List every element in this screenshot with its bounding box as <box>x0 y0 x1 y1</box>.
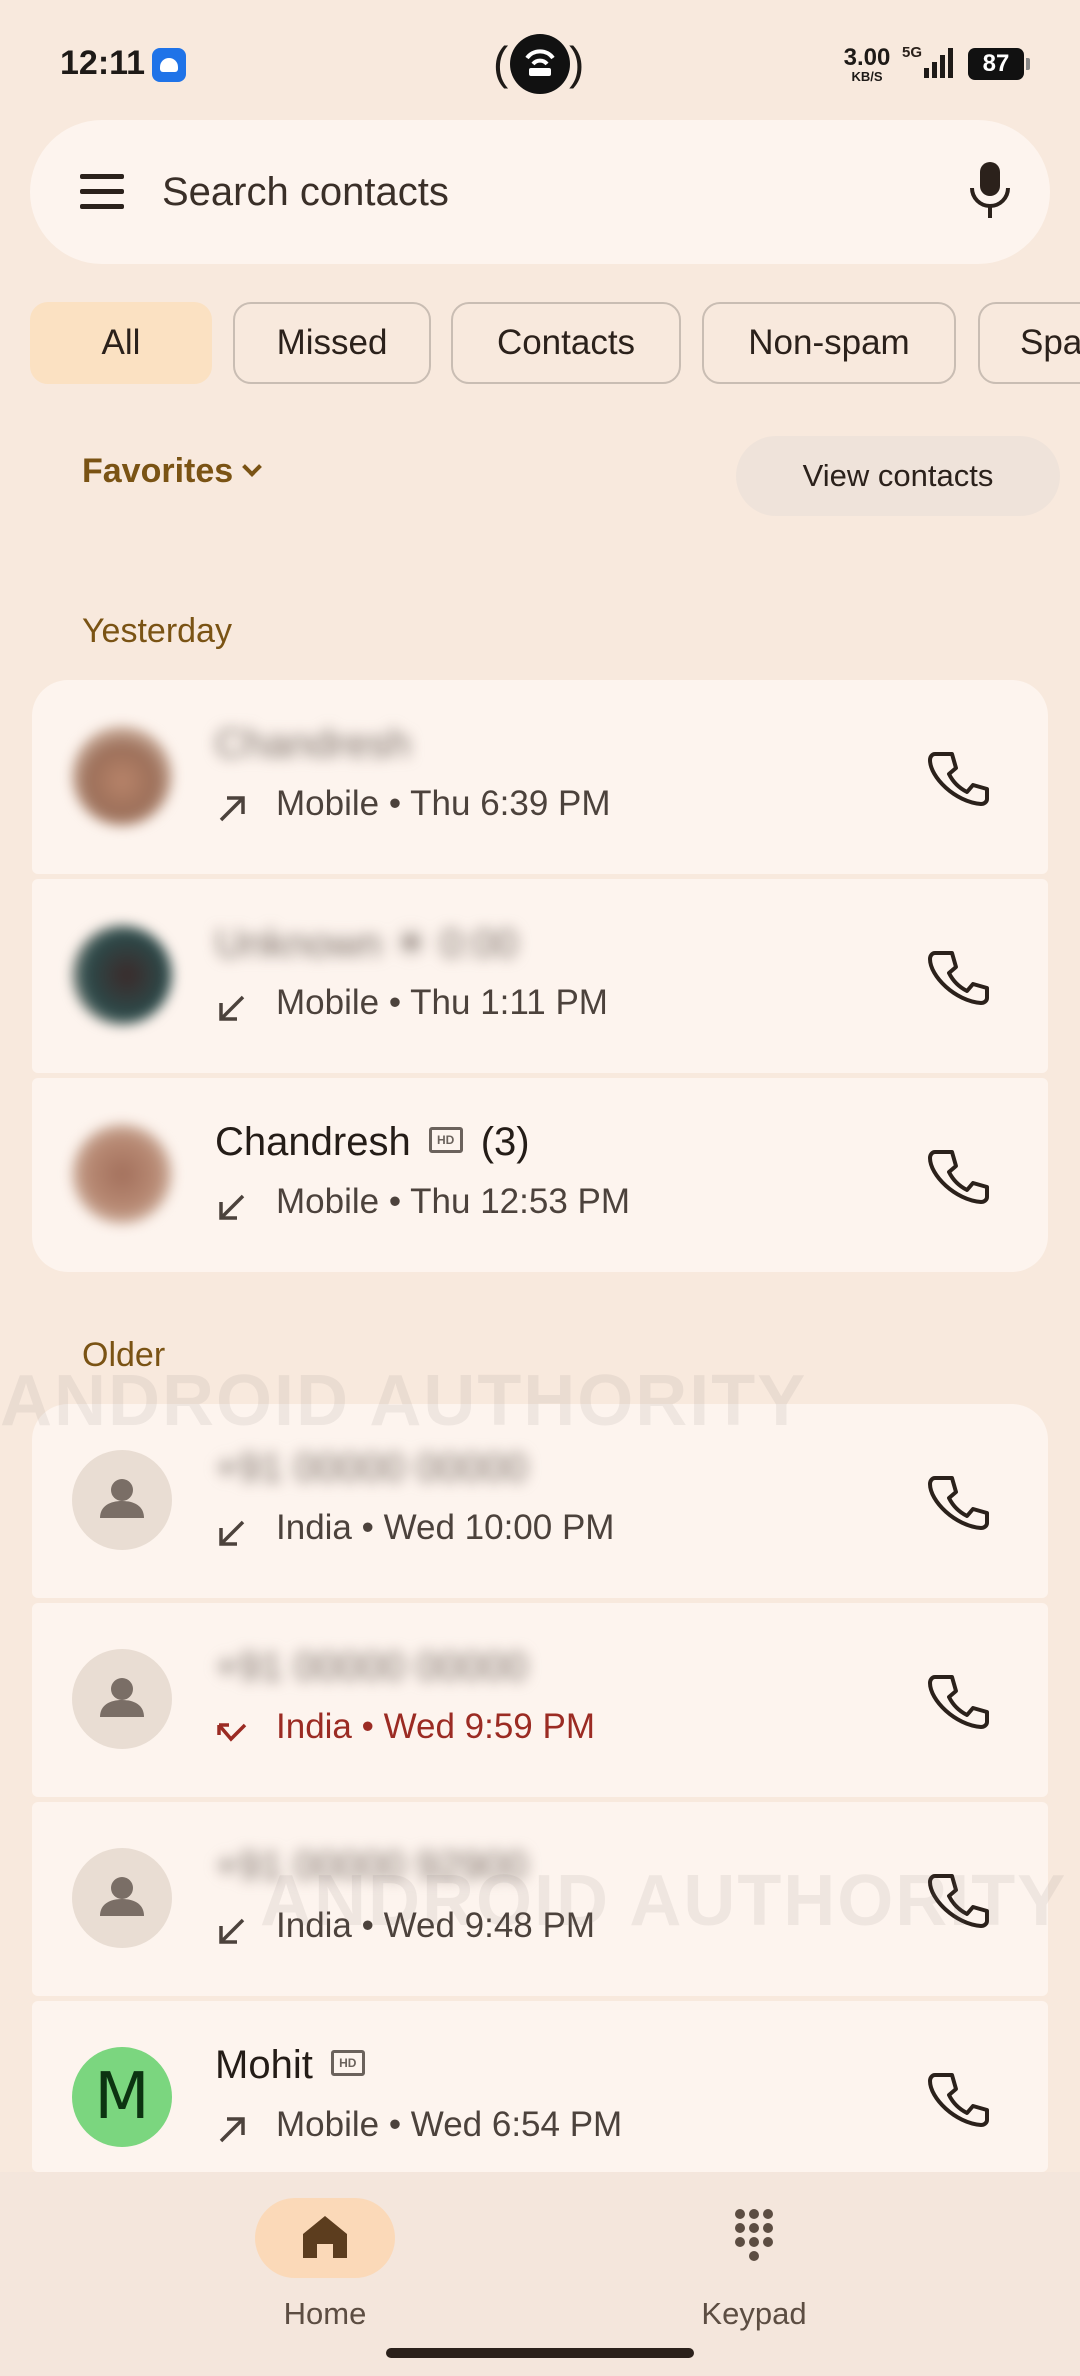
chip-non-spam[interactable]: Non-spam <box>702 302 956 384</box>
missed-call-icon <box>217 1723 247 1742</box>
avatar <box>72 1848 172 1948</box>
gesture-bar[interactable] <box>386 2348 694 2358</box>
avatar <box>72 925 172 1025</box>
chip-all[interactable]: All <box>30 302 212 384</box>
search-bar[interactable]: Search contacts <box>30 120 1050 264</box>
view-contacts-button[interactable]: View contacts <box>736 436 1060 516</box>
call-meta: India • Wed 10:00 PM <box>276 1508 615 1547</box>
call-meta: Mobile • Thu 12:53 PM <box>276 1182 631 1221</box>
person-icon <box>100 1479 144 1518</box>
signal-icon: 5G <box>902 44 956 80</box>
nav-home-label: Home <box>283 2296 367 2331</box>
caller-name: Chandresh HD (3) <box>215 1120 530 1164</box>
hotspot-icon: ( ) <box>493 30 587 98</box>
caller-name: Unknown ☀ 0:00 <box>215 922 518 966</box>
hd-icon: HD <box>330 2050 365 2077</box>
caller-name: Mohit HD <box>215 2043 383 2088</box>
menu-icon[interactable] <box>78 168 126 216</box>
call-log-item[interactable]: Chandresh HD (3) Mobile • Thu 12:53 PM <box>32 1078 1048 1272</box>
section-yesterday: Yesterday <box>82 612 232 650</box>
call-log-item[interactable]: Unknown ☀ 0:00 Mobile • Thu 1:11 PM <box>32 879 1048 1073</box>
status-bar: 12:11 ( ) 3.00 KB/S 5G 87 <box>0 0 1080 120</box>
nav-keypad-indicator <box>684 2198 824 2278</box>
call-meta: India • Wed 9:48 PM <box>276 1906 595 1945</box>
microphone-icon[interactable] <box>968 160 1012 220</box>
keypad-icon <box>735 2209 773 2261</box>
incoming-call-icon <box>219 1520 245 1546</box>
favorites-dropdown[interactable]: Favorites <box>82 452 263 491</box>
call-log-item[interactable]: M Mohit HD Mobile • Wed 6:54 PM <box>32 2001 1048 2172</box>
avatar <box>72 726 172 826</box>
favorites-label: Favorites <box>82 452 234 490</box>
search-input[interactable]: Search contacts <box>162 170 449 215</box>
phone-icon[interactable] <box>920 2061 992 2133</box>
person-icon <box>100 1678 144 1717</box>
incoming-call-icon <box>219 1194 245 1220</box>
caller-name: +91 00000 00000 <box>215 1446 528 1490</box>
call-meta: Mobile • Thu 1:11 PM <box>276 983 608 1022</box>
person-icon <box>100 1877 144 1916</box>
battery-icon: 87 <box>968 48 1030 80</box>
nav-home[interactable]: Home <box>175 2186 475 2356</box>
call-meta: Mobile • Wed 6:54 PM <box>276 2105 623 2144</box>
network-speed: 3.00 KB/S <box>843 44 891 84</box>
phone-icon[interactable] <box>920 1663 992 1735</box>
avatar <box>72 1450 172 1550</box>
call-log-item[interactable]: Chandresh Mobile • Thu 6:39 PM <box>32 680 1048 874</box>
nav-keypad-label: Keypad <box>701 2296 807 2331</box>
status-time: 12:11 <box>60 44 146 82</box>
notification-app-icon <box>152 48 186 82</box>
nav-home-indicator <box>255 2198 395 2278</box>
avatar: M <box>72 2047 172 2147</box>
avatar <box>72 1124 172 1224</box>
chevron-down-icon <box>242 457 263 477</box>
call-log-item[interactable]: +91 00000 92900 India • Wed 9:48 PM <box>32 1802 1048 1996</box>
bottom-navigation: Home Keypad <box>0 2172 1080 2376</box>
home-icon <box>303 2216 347 2258</box>
nav-keypad[interactable]: Keypad <box>604 2186 904 2356</box>
call-log-item[interactable]: +91 00000 00000 India • Wed 10:00 PM <box>32 1404 1048 1598</box>
incoming-call-icon <box>219 995 245 1021</box>
outgoing-call-icon <box>219 2117 245 2143</box>
chip-contacts[interactable]: Contacts <box>451 302 681 384</box>
phone-icon[interactable] <box>920 1464 992 1536</box>
call-meta: India • Wed 9:59 PM <box>276 1707 595 1746</box>
outgoing-call-icon <box>219 796 245 822</box>
hd-icon: HD <box>428 1127 463 1154</box>
caller-name: +91 00000 92900 <box>215 1844 528 1888</box>
chip-missed[interactable]: Missed <box>233 302 431 384</box>
avatar <box>72 1649 172 1749</box>
phone-icon[interactable] <box>920 740 992 812</box>
caller-name: +91 00000 00000 <box>215 1645 528 1689</box>
phone-icon[interactable] <box>920 1862 992 1934</box>
caller-name: Chandresh <box>215 722 411 766</box>
call-log-item[interactable]: +91 00000 00000 India • Wed 9:59 PM <box>32 1603 1048 1797</box>
phone-icon[interactable] <box>920 939 992 1011</box>
section-older: Older <box>82 1336 166 1374</box>
filter-chips: All Missed Contacts Non-spam Spa <box>30 302 1080 386</box>
phone-icon[interactable] <box>920 1138 992 1210</box>
call-meta: Mobile • Thu 6:39 PM <box>276 784 611 823</box>
chip-spam[interactable]: Spa <box>978 302 1080 384</box>
incoming-call-icon <box>219 1918 245 1944</box>
